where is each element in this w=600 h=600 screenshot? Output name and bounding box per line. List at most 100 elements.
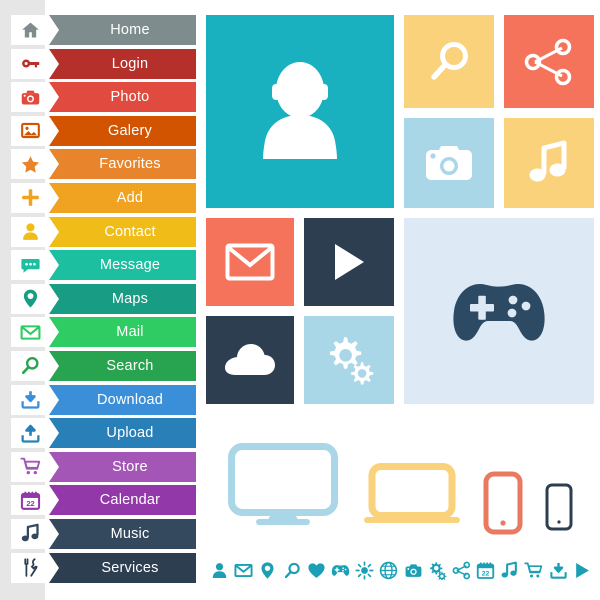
- share-icon[interactable]: [452, 561, 471, 580]
- device-outlines-row: [206, 425, 594, 535]
- tile-cloud[interactable]: [206, 316, 294, 404]
- sidebar-item-icon-box: [11, 250, 59, 281]
- key-icon: [20, 53, 41, 74]
- tile-profile[interactable]: [206, 15, 394, 208]
- sidebar-item-icon-box: [11, 216, 59, 247]
- tile-play[interactable]: [304, 218, 394, 306]
- music-icon: [20, 523, 41, 544]
- sidebar-navigation: Home Login Photo Galery Favorites Add Contact M…: [11, 15, 196, 586]
- sidebar-item-favorites[interactable]: Favorites: [11, 149, 196, 180]
- sidebar-item-upload[interactable]: Upload: [11, 418, 196, 449]
- person-icon: [252, 60, 348, 164]
- sidebar-item-mail[interactable]: Mail: [11, 317, 196, 348]
- play-icon[interactable]: [573, 561, 592, 580]
- share-icon: [524, 38, 574, 86]
- home-icon: [20, 20, 41, 41]
- sidebar-item-music[interactable]: Music: [11, 518, 196, 549]
- magnifier-icon: [425, 38, 473, 86]
- sidebar-item-label: Search: [106, 357, 154, 374]
- heart-icon[interactable]: [307, 561, 326, 580]
- sidebar-item-search[interactable]: Search: [11, 350, 196, 381]
- camera-icon: [20, 87, 41, 108]
- sidebar-item-contact[interactable]: Contact: [11, 216, 196, 247]
- sidebar-item-bar: Favorites: [38, 149, 196, 180]
- calendar-icon[interactable]: 22: [476, 561, 495, 580]
- sidebar-item-icon-box: [11, 350, 59, 381]
- sidebar-item-maps[interactable]: Maps: [11, 283, 196, 314]
- cloud-icon: [223, 343, 277, 377]
- envelope-icon[interactable]: [234, 561, 253, 580]
- flat-ui-icon-showcase: Home Login Photo Galery Favorites Add Contact M…: [0, 0, 600, 600]
- sidebar-item-login[interactable]: Login: [11, 48, 196, 79]
- sidebar-item-label: Home: [110, 22, 150, 38]
- download-icon[interactable]: [549, 561, 568, 580]
- gears-icon[interactable]: [428, 561, 447, 580]
- globe-icon[interactable]: [379, 561, 398, 580]
- sidebar-item-message[interactable]: Message: [11, 250, 196, 281]
- sidebar-item-icon-box: [11, 182, 59, 213]
- sidebar-item-download[interactable]: Download: [11, 384, 196, 415]
- sidebar-item-icon-box: [11, 283, 59, 314]
- tile-search[interactable]: [404, 15, 494, 108]
- sidebar-item-store[interactable]: Store: [11, 451, 196, 482]
- upload-icon: [20, 423, 41, 444]
- sidebar-item-label: Favorites: [99, 156, 161, 173]
- sidebar-item-icon-box: [11, 518, 59, 549]
- small-phone-outline: [545, 483, 573, 536]
- sidebar-item-icon-box: [11, 115, 59, 146]
- sidebar-item-label: Contact: [104, 223, 156, 240]
- sidebar-item-label: Photo: [110, 89, 150, 106]
- gamepad-icon: [450, 278, 548, 344]
- tile-game[interactable]: [404, 218, 594, 404]
- sidebar-item-galery[interactable]: Galery: [11, 115, 196, 146]
- tile-settings[interactable]: [304, 316, 394, 404]
- tile-mail[interactable]: [206, 218, 294, 306]
- sidebar-item-label: Message: [99, 257, 161, 274]
- play-icon: [332, 242, 366, 282]
- sidebar-item-bar: Home: [38, 15, 196, 45]
- brightness-icon[interactable]: [355, 560, 374, 580]
- image-icon: [20, 120, 41, 141]
- map-pin-icon[interactable]: [258, 561, 277, 580]
- magnifier-icon: [20, 355, 41, 376]
- bottom-icon-strip: 22: [210, 553, 592, 587]
- sidebar-item-icon-box: [11, 418, 59, 449]
- phone-outline: [483, 471, 523, 540]
- svg-text:22: 22: [482, 570, 490, 577]
- sidebar-item-label: Services: [101, 559, 159, 576]
- star-icon: [20, 154, 41, 175]
- tile-share[interactable]: [504, 15, 594, 108]
- magnifier-icon[interactable]: [283, 561, 302, 580]
- tile-music[interactable]: [504, 118, 594, 208]
- sidebar-item-bar: Contact: [38, 216, 196, 247]
- sidebar-item-bar: Login: [38, 48, 196, 79]
- sidebar-item-add[interactable]: Add: [11, 182, 196, 213]
- camera-icon: [423, 142, 475, 184]
- chat-icon: [20, 255, 41, 276]
- gamepad-icon[interactable]: [331, 561, 350, 580]
- svg-text:22: 22: [26, 499, 34, 508]
- sidebar-item-services[interactable]: Services: [11, 552, 196, 583]
- sidebar-item-home[interactable]: Home: [11, 15, 196, 45]
- desktop-monitor-outline: [228, 443, 338, 530]
- sidebar-item-label: Galery: [108, 122, 152, 139]
- sidebar-item-bar: Music: [38, 518, 196, 549]
- cart-icon: [19, 456, 41, 477]
- sidebar-item-icon-box: [11, 48, 59, 79]
- sidebar-item-calendar[interactable]: Calendar 22: [11, 485, 196, 516]
- sidebar-item-bar: Mail: [38, 317, 196, 348]
- gears-icon: [323, 334, 375, 386]
- sidebar-item-icon-box: [11, 82, 59, 113]
- sidebar-item-photo[interactable]: Photo: [11, 82, 196, 113]
- sidebar-item-label: Download: [96, 391, 164, 408]
- sidebar-item-bar: Message: [38, 250, 196, 281]
- camera-icon[interactable]: [404, 561, 423, 580]
- sidebar-item-bar: Download: [38, 384, 196, 415]
- tile-camera[interactable]: [404, 118, 494, 208]
- cart-icon[interactable]: [524, 561, 543, 580]
- tools-icon: [20, 557, 41, 578]
- sidebar-item-bar: Calendar: [38, 485, 196, 516]
- person-icon[interactable]: [210, 561, 229, 580]
- sidebar-item-bar: Maps: [38, 283, 196, 314]
- music-icon[interactable]: [500, 561, 519, 580]
